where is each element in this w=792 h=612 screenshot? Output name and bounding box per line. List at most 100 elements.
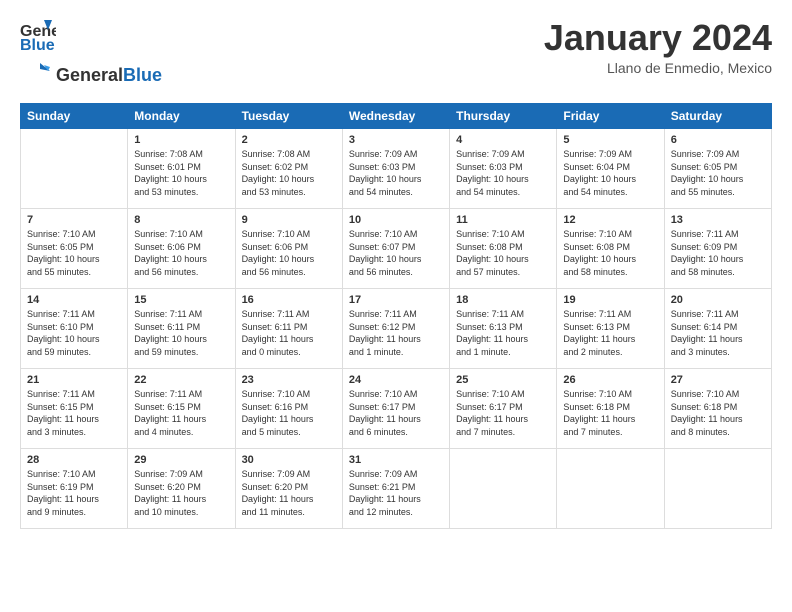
day-info: Sunrise: 7:10 AM Sunset: 6:06 PM Dayligh…	[134, 228, 228, 278]
day-info: Sunrise: 7:10 AM Sunset: 6:05 PM Dayligh…	[27, 228, 121, 278]
calendar-week-3: 14 Sunrise: 7:11 AM Sunset: 6:10 PM Dayli…	[21, 289, 772, 369]
day-info: Sunrise: 7:09 AM Sunset: 6:03 PM Dayligh…	[349, 148, 443, 198]
day-number: 25	[456, 374, 550, 386]
day-info: Sunrise: 7:10 AM Sunset: 6:16 PM Dayligh…	[242, 388, 336, 438]
calendar-cell: 31 Sunrise: 7:09 AM Sunset: 6:21 PM Dayli…	[342, 449, 449, 529]
calendar-table: Sunday Monday Tuesday Wednesday Thursday…	[20, 103, 772, 529]
day-number: 4	[456, 134, 550, 146]
day-info: Sunrise: 7:09 AM Sunset: 6:05 PM Dayligh…	[671, 148, 765, 198]
calendar-cell: 26 Sunrise: 7:10 AM Sunset: 6:18 PM Dayli…	[557, 369, 664, 449]
day-info: Sunrise: 7:10 AM Sunset: 6:18 PM Dayligh…	[671, 388, 765, 438]
day-info: Sunrise: 7:11 AM Sunset: 6:09 PM Dayligh…	[671, 228, 765, 278]
day-number: 28	[27, 454, 121, 466]
day-number: 31	[349, 454, 443, 466]
header-thursday: Thursday	[450, 104, 557, 129]
day-number: 5	[563, 134, 657, 146]
day-number: 22	[134, 374, 228, 386]
month-title: January 2024	[544, 18, 772, 58]
day-number: 29	[134, 454, 228, 466]
calendar-cell: 10 Sunrise: 7:10 AM Sunset: 6:07 PM Dayli…	[342, 209, 449, 289]
day-info: Sunrise: 7:10 AM Sunset: 6:18 PM Dayligh…	[563, 388, 657, 438]
calendar-cell: 3Sunrise: 7:09 AM Sunset: 6:03 PM Daylig…	[342, 129, 449, 209]
calendar-cell	[557, 449, 664, 529]
header-wednesday: Wednesday	[342, 104, 449, 129]
calendar-cell: 21 Sunrise: 7:11 AM Sunset: 6:15 PM Dayli…	[21, 369, 128, 449]
day-number: 12	[563, 214, 657, 226]
day-info: Sunrise: 7:10 AM Sunset: 6:07 PM Dayligh…	[349, 228, 443, 278]
calendar-cell	[21, 129, 128, 209]
day-number: 13	[671, 214, 765, 226]
day-info: Sunrise: 7:10 AM Sunset: 6:08 PM Dayligh…	[456, 228, 550, 278]
day-info: Sunrise: 7:11 AM Sunset: 6:15 PM Dayligh…	[134, 388, 228, 438]
day-info: Sunrise: 7:10 AM Sunset: 6:08 PM Dayligh…	[563, 228, 657, 278]
calendar-cell: 1 Sunrise: 7:08 AM Sunset: 6:01 PM Daylig…	[128, 129, 235, 209]
day-number: 15	[134, 294, 228, 306]
calendar-cell: 9Sunrise: 7:10 AM Sunset: 6:06 PM Daylig…	[235, 209, 342, 289]
day-number: 20	[671, 294, 765, 306]
day-number: 6	[671, 134, 765, 146]
day-number: 17	[349, 294, 443, 306]
day-number: 18	[456, 294, 550, 306]
header-monday: Monday	[128, 104, 235, 129]
day-number: 30	[242, 454, 336, 466]
day-info: Sunrise: 7:11 AM Sunset: 6:12 PM Dayligh…	[349, 308, 443, 358]
calendar-cell: 8 Sunrise: 7:10 AM Sunset: 6:06 PM Daylig…	[128, 209, 235, 289]
day-info: Sunrise: 7:10 AM Sunset: 6:17 PM Dayligh…	[349, 388, 443, 438]
logo: General Blue GeneralBlue	[20, 18, 162, 91]
day-info: Sunrise: 7:11 AM Sunset: 6:15 PM Dayligh…	[27, 388, 121, 438]
day-number: 10	[349, 214, 443, 226]
calendar-cell: 5Sunrise: 7:09 AM Sunset: 6:04 PM Daylig…	[557, 129, 664, 209]
calendar-week-1: 1 Sunrise: 7:08 AM Sunset: 6:01 PM Daylig…	[21, 129, 772, 209]
calendar-cell: 16Sunrise: 7:11 AM Sunset: 6:11 PM Dayli…	[235, 289, 342, 369]
header: General Blue GeneralBlue	[20, 18, 772, 91]
logo-icon: General Blue	[20, 18, 56, 59]
day-number: 16	[242, 294, 336, 306]
day-number: 1	[134, 134, 228, 146]
calendar-cell: 15Sunrise: 7:11 AM Sunset: 6:11 PM Dayli…	[128, 289, 235, 369]
calendar-cell: 19Sunrise: 7:11 AM Sunset: 6:13 PM Dayli…	[557, 289, 664, 369]
day-number: 27	[671, 374, 765, 386]
day-info: Sunrise: 7:09 AM Sunset: 6:21 PM Dayligh…	[349, 468, 443, 518]
calendar-cell: 2 Sunrise: 7:08 AM Sunset: 6:02 PM Daylig…	[235, 129, 342, 209]
day-number: 8	[134, 214, 228, 226]
calendar-header: Sunday Monday Tuesday Wednesday Thursday…	[21, 104, 772, 129]
logo-bird-icon	[20, 61, 50, 91]
calendar-cell: 27 Sunrise: 7:10 AM Sunset: 6:18 PM Dayli…	[664, 369, 771, 449]
header-friday: Friday	[557, 104, 664, 129]
day-info: Sunrise: 7:08 AM Sunset: 6:01 PM Dayligh…	[134, 148, 228, 198]
day-number: 11	[456, 214, 550, 226]
day-number: 2	[242, 134, 336, 146]
calendar-cell: 22 Sunrise: 7:11 AM Sunset: 6:15 PM Dayli…	[128, 369, 235, 449]
day-info: Sunrise: 7:09 AM Sunset: 6:20 PM Dayligh…	[242, 468, 336, 518]
calendar-cell: 23Sunrise: 7:10 AM Sunset: 6:16 PM Dayli…	[235, 369, 342, 449]
calendar-cell: 30 Sunrise: 7:09 AM Sunset: 6:20 PM Dayli…	[235, 449, 342, 529]
calendar-cell: 18Sunrise: 7:11 AM Sunset: 6:13 PM Dayli…	[450, 289, 557, 369]
svg-text:Blue: Blue	[20, 37, 55, 54]
calendar-cell: 4Sunrise: 7:09 AM Sunset: 6:03 PM Daylig…	[450, 129, 557, 209]
calendar-week-4: 21 Sunrise: 7:11 AM Sunset: 6:15 PM Dayli…	[21, 369, 772, 449]
day-number: 14	[27, 294, 121, 306]
calendar-cell: 6 Sunrise: 7:09 AM Sunset: 6:05 PM Daylig…	[664, 129, 771, 209]
calendar-cell: 13 Sunrise: 7:11 AM Sunset: 6:09 PM Dayli…	[664, 209, 771, 289]
calendar-cell: 29 Sunrise: 7:09 AM Sunset: 6:20 PM Dayli…	[128, 449, 235, 529]
calendar-cell: 20Sunrise: 7:11 AM Sunset: 6:14 PM Dayli…	[664, 289, 771, 369]
day-info: Sunrise: 7:10 AM Sunset: 6:17 PM Dayligh…	[456, 388, 550, 438]
calendar-cell: 11 Sunrise: 7:10 AM Sunset: 6:08 PM Dayli…	[450, 209, 557, 289]
page-container: General Blue GeneralBlue	[0, 0, 792, 539]
calendar-cell: 12 Sunrise: 7:10 AM Sunset: 6:08 PM Dayli…	[557, 209, 664, 289]
day-number: 19	[563, 294, 657, 306]
calendar-week-2: 7Sunrise: 7:10 AM Sunset: 6:05 PM Daylig…	[21, 209, 772, 289]
day-number: 9	[242, 214, 336, 226]
header-tuesday: Tuesday	[235, 104, 342, 129]
calendar-cell: 25 Sunrise: 7:10 AM Sunset: 6:17 PM Dayli…	[450, 369, 557, 449]
calendar-cell	[664, 449, 771, 529]
calendar-cell	[450, 449, 557, 529]
day-number: 21	[27, 374, 121, 386]
day-info: Sunrise: 7:09 AM Sunset: 6:20 PM Dayligh…	[134, 468, 228, 518]
day-info: Sunrise: 7:11 AM Sunset: 6:10 PM Dayligh…	[27, 308, 121, 358]
calendar-week-5: 28Sunrise: 7:10 AM Sunset: 6:19 PM Dayli…	[21, 449, 772, 529]
day-number: 26	[563, 374, 657, 386]
logo-general-text: General	[56, 65, 123, 85]
day-info: Sunrise: 7:08 AM Sunset: 6:02 PM Dayligh…	[242, 148, 336, 198]
header-saturday: Saturday	[664, 104, 771, 129]
